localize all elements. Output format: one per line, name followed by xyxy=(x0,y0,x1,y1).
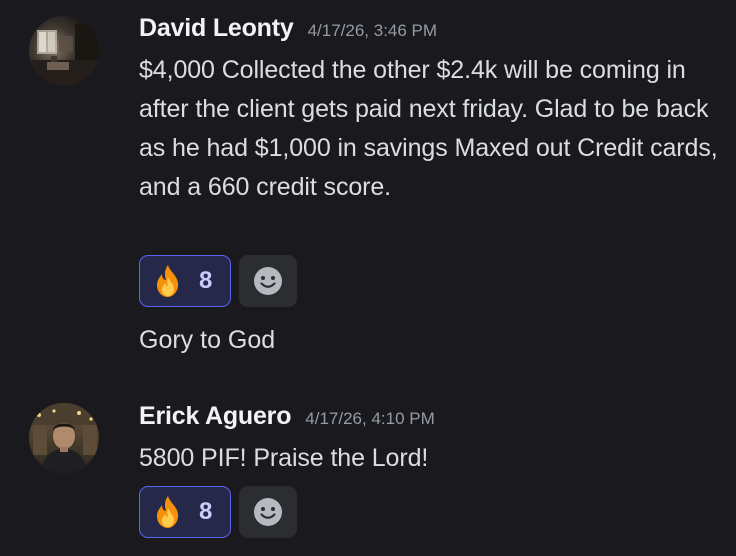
avatar-david-leonty[interactable] xyxy=(29,16,99,86)
followup-message: Gory to God xyxy=(139,326,276,354)
reaction-count: 8 xyxy=(199,267,213,294)
message-header: David Leonty 4/17/26, 3:46 PM xyxy=(139,14,437,43)
message-header: Erick Aguero 4/17/26, 4:10 PM xyxy=(139,402,435,431)
timestamp[interactable]: 4/17/26, 4:10 PM xyxy=(305,409,434,429)
add-reaction-button[interactable] xyxy=(239,255,297,307)
fire-emoji-icon xyxy=(150,494,186,530)
timestamp[interactable]: 4/17/26, 3:46 PM xyxy=(308,21,437,41)
smiley-add-icon xyxy=(254,267,282,295)
username[interactable]: David Leonty xyxy=(139,14,294,43)
reactions-bar: 8 xyxy=(139,486,297,538)
reaction-count: 8 xyxy=(199,498,213,525)
username[interactable]: Erick Aguero xyxy=(139,402,291,431)
reactions-bar: 8 xyxy=(139,255,297,307)
reaction-fire[interactable]: 8 xyxy=(139,255,231,307)
reaction-fire[interactable]: 8 xyxy=(139,486,231,538)
avatar-erick-aguero[interactable] xyxy=(29,403,99,473)
smiley-add-icon xyxy=(254,498,282,526)
avatar-photo-portrait xyxy=(29,403,99,473)
message-content: $4,000 Collected the other $2.4k will be… xyxy=(139,56,718,201)
avatar-photo-room xyxy=(29,16,99,86)
fire-emoji-icon xyxy=(150,263,186,299)
add-reaction-button[interactable] xyxy=(239,486,297,538)
message-content: 5800 PIF! Praise the Lord! xyxy=(139,444,429,472)
